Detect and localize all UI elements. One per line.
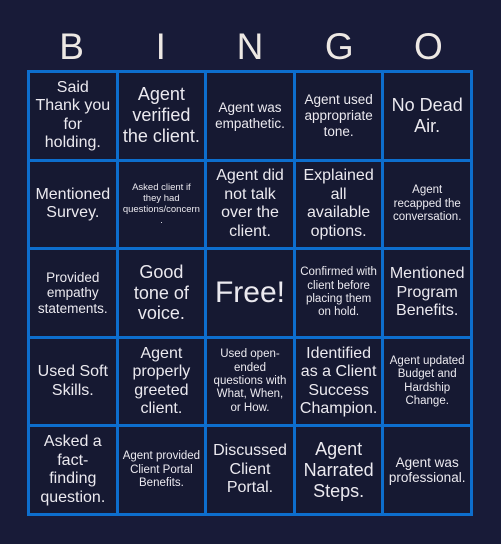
bingo-cell-label: Agent verified the client. xyxy=(122,84,200,147)
bingo-cell-label: Agent updated Budget and Hardship Change… xyxy=(389,354,465,407)
bingo-cell-label: Agent properly greeted client. xyxy=(132,344,191,418)
bingo-cell-o5[interactable]: Agent was professional. xyxy=(384,427,470,513)
bingo-cell-label: Agent was professional. xyxy=(388,454,466,486)
bingo-cell-b4[interactable]: Used Soft Skills. xyxy=(30,338,116,425)
bingo-cell-b1[interactable]: Said Thank you for holding. xyxy=(30,73,116,159)
bingo-cell-label: Mentioned Program Benefits. xyxy=(389,265,465,320)
bingo-cell-label: Agent was empathetic. xyxy=(215,100,285,131)
bingo-cell-b2[interactable]: Mentioned Survey. xyxy=(30,161,116,248)
bingo-header-letter-o: O xyxy=(414,25,443,67)
bingo-cell-i4[interactable]: Agent properly greeted client. xyxy=(118,338,205,425)
bingo-cell-label: Asked a fact-finding question. xyxy=(40,433,106,506)
bingo-cell-label: Mentioned Survey. xyxy=(35,185,111,222)
bingo-cell-b5[interactable]: Asked a fact-finding question. xyxy=(30,427,116,513)
bingo-cell-label: No Dead Air. xyxy=(391,94,463,136)
bingo-cell-i1[interactable]: Agent verified the client. xyxy=(118,73,205,159)
bingo-cell-label: Provided empathy statements. xyxy=(37,269,108,316)
bingo-cell-label: Free! xyxy=(214,275,285,309)
bingo-cell-o2[interactable]: Agent recapped the conversation. xyxy=(384,161,470,248)
bingo-header-letter-b: B xyxy=(59,25,84,67)
bingo-cell-i3[interactable]: Good tone of voice. xyxy=(118,250,205,336)
bingo-cell-n1[interactable]: Agent was empathetic. xyxy=(207,73,293,159)
bingo-cell-n2[interactable]: Agent did not talk over the client. xyxy=(207,161,293,248)
bingo-cell-label: Explained all available options. xyxy=(303,167,374,240)
bingo-cell-g4[interactable]: Identified as a Client Success Champion. xyxy=(295,338,382,425)
bingo-cell-label: Used Soft Skills. xyxy=(37,363,108,399)
bingo-cell-label: Confirmed with client before placing the… xyxy=(300,266,377,319)
bingo-header-letter-n: N xyxy=(236,25,264,67)
bingo-cell-label: Good tone of voice. xyxy=(133,261,189,324)
bingo-cell-o4[interactable]: Agent updated Budget and Hardship Change… xyxy=(384,338,470,425)
bingo-cell-o1[interactable]: No Dead Air. xyxy=(384,73,470,159)
bingo-cell-label: Agent recapped the conversation. xyxy=(392,184,462,224)
bingo-cell-i5[interactable]: Agent provided Client Portal Benefits. xyxy=(118,427,205,513)
bingo-cell-o3[interactable]: Mentioned Program Benefits. xyxy=(384,250,470,336)
bingo-cell-g3[interactable]: Confirmed with client before placing the… xyxy=(295,250,382,336)
bingo-free-cell[interactable]: Free! xyxy=(207,250,293,336)
bingo-cell-n4[interactable]: Used open-ended questions with What, Whe… xyxy=(207,338,293,425)
bingo-cell-label: Discussed Client Portal. xyxy=(213,442,287,497)
bingo-cell-label: Used open-ended questions with What, Whe… xyxy=(213,348,287,414)
bingo-card: B I N G O Said Thank you for holding. Age… xyxy=(0,0,501,544)
bingo-cell-label: Agent provided Client Portal Benefits. xyxy=(122,450,201,489)
bingo-cell-n5[interactable]: Discussed Client Portal. xyxy=(207,427,293,513)
bingo-cell-b3[interactable]: Provided empathy statements. xyxy=(30,250,116,336)
bingo-header-row: B I N G O xyxy=(27,22,473,70)
bingo-header-letter-i: I xyxy=(155,25,166,67)
bingo-cell-label: Asked client if they had questions/conce… xyxy=(122,182,200,227)
bingo-cell-label: Said Thank you for holding. xyxy=(35,78,111,152)
bingo-cell-i2[interactable]: Asked client if they had questions/conce… xyxy=(118,161,205,248)
bingo-cell-g1[interactable]: Agent used appropriate tone. xyxy=(295,73,382,159)
bingo-cell-label: Agent Narrated Steps. xyxy=(303,438,374,501)
bingo-cell-label: Identified as a Client Success Champion. xyxy=(299,344,378,418)
bingo-header-letter-g: G xyxy=(324,25,354,67)
bingo-cell-g2[interactable]: Explained all available options. xyxy=(295,161,382,248)
bingo-cell-label: Agent did not talk over the client. xyxy=(216,167,284,240)
bingo-cell-g5[interactable]: Agent Narrated Steps. xyxy=(295,427,382,513)
bingo-cell-label: Agent used appropriate tone. xyxy=(304,92,373,139)
bingo-grid: Said Thank you for holding. Agent verifie… xyxy=(27,70,473,516)
